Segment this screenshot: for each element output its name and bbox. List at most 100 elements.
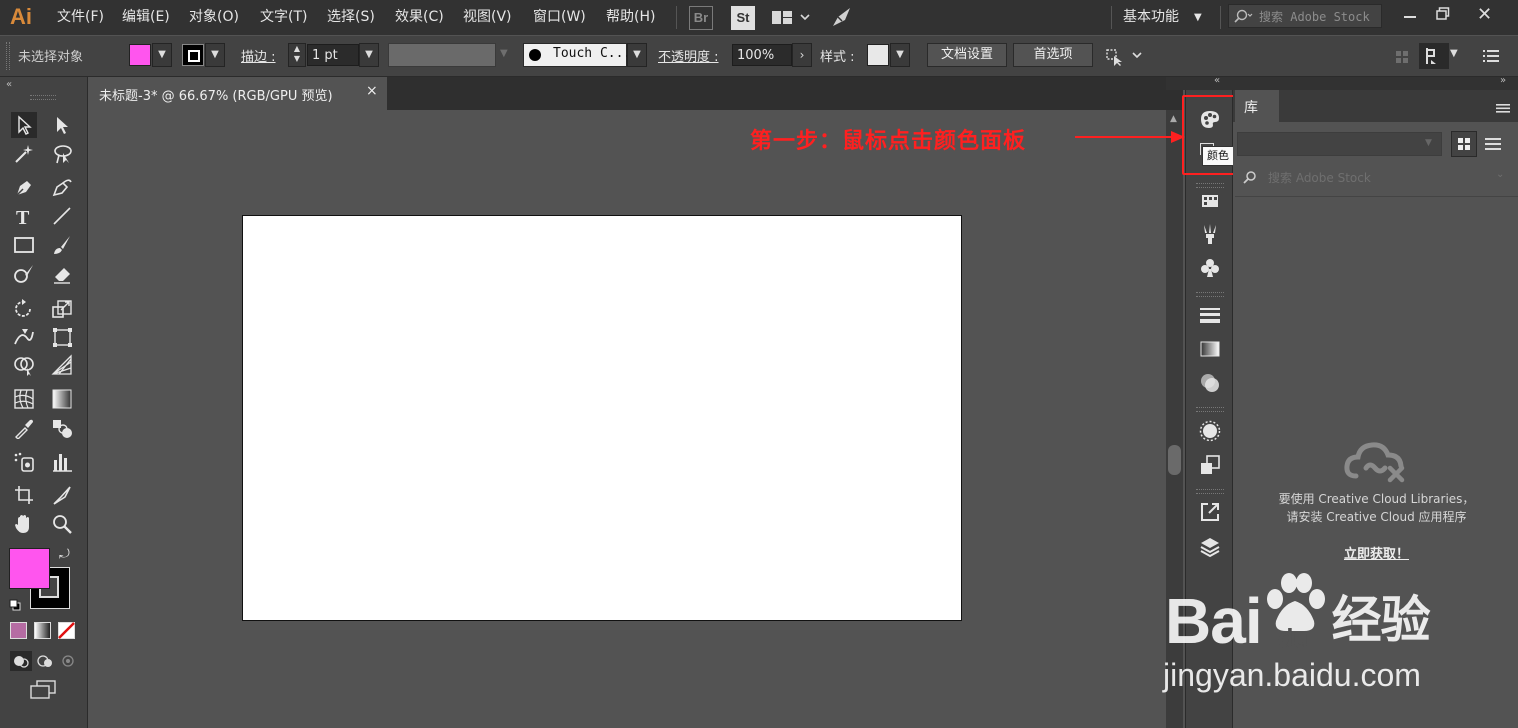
swap-fill-stroke-icon[interactable]: ⤾ — [59, 547, 70, 562]
brushes-panel-icon[interactable] — [1197, 221, 1223, 247]
default-fill-stroke-icon[interactable] — [9, 596, 21, 615]
collapse-toolbar-icon[interactable]: « — [6, 79, 12, 90]
grip-handle[interactable] — [6, 42, 10, 70]
stroke-panel-icon[interactable] — [1197, 302, 1223, 328]
fill-swatch[interactable] — [129, 44, 151, 66]
column-graph-tool-icon[interactable] — [49, 449, 75, 475]
direct-selection-tool-icon[interactable] — [49, 112, 75, 138]
menu-select[interactable]: 选择(S) — [327, 0, 375, 35]
expand-panels-icon[interactable]: « — [1214, 75, 1220, 86]
chevron-down-icon[interactable]: ▼ — [1194, 0, 1202, 35]
draw-behind-icon[interactable] — [34, 651, 56, 675]
magic-wand-icon[interactable] — [11, 141, 37, 167]
menu-help[interactable]: 帮助(H) — [606, 0, 655, 35]
stock-search-box[interactable]: 搜索 Adobe Stock — [1228, 4, 1382, 28]
lasso-tool-icon[interactable] — [49, 141, 75, 167]
rotate-tool-icon[interactable] — [11, 296, 37, 322]
minimize-icon[interactable] — [1404, 16, 1416, 18]
close-tab-icon[interactable]: × — [366, 83, 378, 99]
menu-effect[interactable]: 效果(C) — [395, 0, 444, 35]
library-select[interactable]: ▼ — [1237, 132, 1442, 156]
grip-handle[interactable] — [30, 95, 56, 100]
panel-menu-icon[interactable] — [1496, 99, 1510, 118]
document-tab[interactable]: 未标题-3* @ 66.67% (RGB/GPU 预览) × — [88, 77, 387, 110]
paintbrush-tool-icon[interactable] — [49, 232, 75, 258]
menu-window[interactable]: 窗口(W) — [533, 0, 586, 35]
document-setup-button[interactable]: 文档设置 — [927, 43, 1007, 67]
grip-handle[interactable] — [1196, 292, 1224, 297]
export-assets-panel-icon[interactable] — [1197, 499, 1223, 525]
select-similar-icon[interactable] — [1105, 45, 1143, 71]
gradient-panel-icon[interactable] — [1197, 336, 1223, 362]
chevron-down-icon[interactable]: ▼ — [1450, 48, 1458, 59]
pen-tool-icon[interactable] — [11, 174, 37, 200]
menu-view[interactable]: 视图(V) — [463, 0, 512, 35]
panel-menu-icon[interactable] — [1483, 48, 1499, 67]
scrollbar-thumb[interactable] — [1168, 445, 1181, 475]
artboard-tool-icon[interactable] — [11, 482, 37, 508]
type-tool-icon[interactable]: T — [11, 203, 37, 229]
scroll-up-icon[interactable]: ▲ — [1170, 114, 1177, 124]
menu-file[interactable]: 文件(F) — [57, 0, 104, 35]
curvature-tool-icon[interactable] — [49, 174, 75, 200]
gradient-tool-icon[interactable] — [49, 386, 75, 412]
brush-dropdown[interactable]: ▼ — [627, 43, 647, 67]
eyedropper-tool-icon[interactable] — [11, 415, 37, 441]
opacity-arrow[interactable]: › — [792, 43, 812, 67]
list-view-icon[interactable] — [1485, 136, 1501, 156]
free-transform-tool-icon[interactable] — [49, 324, 75, 350]
stroke-stepper[interactable]: ▲ ▼ — [288, 43, 306, 67]
menu-type[interactable]: 文字(T) — [260, 0, 307, 35]
grip-handle[interactable] — [1196, 407, 1224, 412]
close-icon[interactable]: ✕ — [1477, 3, 1492, 27]
stroke-weight-input[interactable]: 1 pt — [307, 44, 359, 66]
artboard[interactable] — [242, 215, 962, 621]
stock-icon[interactable]: St — [731, 6, 755, 30]
draw-inside-icon[interactable] — [58, 651, 80, 675]
symbols-panel-icon[interactable] — [1197, 255, 1223, 281]
layers-panel-icon[interactable] — [1197, 534, 1223, 560]
grip-handle[interactable] — [1196, 489, 1224, 494]
slice-tool-icon[interactable] — [49, 482, 75, 508]
profile-dropdown-icon[interactable]: ▼ — [500, 48, 508, 59]
preferences-button[interactable]: 首选项 — [1013, 43, 1093, 67]
brush-definition[interactable]: Touch C... — [523, 43, 631, 67]
transform-panel-icon[interactable] — [1419, 43, 1449, 69]
opacity-input[interactable]: 100% — [732, 44, 792, 66]
color-mode-icon[interactable] — [10, 622, 27, 639]
fill-color-box[interactable] — [9, 548, 50, 589]
grid-view-icon[interactable] — [1451, 131, 1477, 157]
shaper-tool-icon[interactable] — [11, 261, 37, 287]
stroke-dropdown[interactable]: ▼ — [205, 43, 225, 67]
transparency-panel-icon[interactable] — [1197, 370, 1223, 396]
gradient-mode-icon[interactable] — [34, 622, 51, 639]
eraser-tool-icon[interactable] — [49, 261, 75, 287]
workspace-switcher[interactable]: 基本功能 — [1123, 0, 1179, 35]
hand-tool-icon[interactable] — [11, 511, 37, 537]
swatches-panel-icon[interactable] — [1197, 188, 1223, 214]
line-segment-tool-icon[interactable] — [49, 203, 75, 229]
none-mode-icon[interactable] — [58, 622, 75, 643]
stroke-label[interactable]: 描边 : — [241, 46, 276, 65]
variable-width-profile[interactable] — [388, 43, 496, 67]
screen-mode-icon[interactable] — [29, 679, 57, 705]
selection-tool-icon[interactable] — [11, 112, 37, 138]
rectangle-tool-icon[interactable] — [11, 232, 37, 258]
get-creative-cloud-link[interactable]: 立即获取！ — [1235, 543, 1518, 562]
arrange-documents-icon[interactable] — [771, 9, 811, 31]
fill-dropdown[interactable]: ▼ — [152, 43, 172, 67]
restore-icon[interactable] — [1436, 6, 1450, 25]
menu-object[interactable]: 对象(O) — [189, 0, 239, 35]
appearance-panel-icon[interactable] — [1197, 418, 1223, 444]
bridge-icon[interactable]: Br — [689, 6, 713, 30]
stroke-weight-dropdown[interactable]: ▼ — [359, 43, 379, 67]
scale-tool-icon[interactable] — [49, 296, 75, 322]
width-tool-icon[interactable] — [11, 324, 37, 350]
menu-edit[interactable]: 编辑(E) — [122, 0, 170, 35]
mesh-tool-icon[interactable] — [11, 386, 37, 412]
zoom-tool-icon[interactable] — [49, 511, 75, 537]
collapse-panels-icon[interactable]: » — [1500, 75, 1506, 86]
opacity-label[interactable]: 不透明度 : — [658, 46, 719, 65]
symbol-sprayer-tool-icon[interactable] — [11, 449, 37, 475]
graphic-style-swatch[interactable] — [867, 44, 889, 66]
